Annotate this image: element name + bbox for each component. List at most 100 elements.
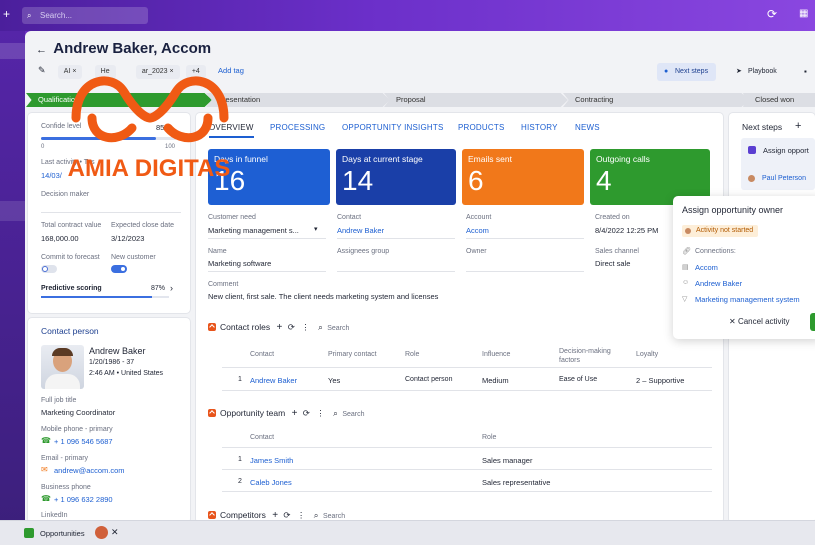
contact-section-title: Contact person (41, 326, 99, 336)
search-icon[interactable]: ⌕ (314, 510, 319, 520)
close-icon[interactable]: ✕ (111, 527, 119, 538)
avatar (685, 228, 691, 234)
kpi-days-in-funnel: Days in funnel 16 (208, 149, 330, 205)
collapse-icon[interactable] (208, 323, 216, 331)
chevron-right-icon[interactable]: › (170, 283, 173, 293)
add-step-icon[interactable]: + (795, 120, 801, 132)
contact-role-link[interactable]: Andrew Baker (250, 376, 297, 385)
contact-link[interactable]: Andrew Baker (337, 226, 384, 235)
collapse-icon[interactable] (208, 409, 216, 417)
connection-contact-link[interactable]: Andrew Baker (695, 279, 742, 288)
contact-roles-search[interactable]: Search (327, 325, 349, 332)
search-input[interactable]: ⌕ Search... (22, 7, 148, 24)
page-header: ← Andrew Baker, Accom (36, 40, 636, 60)
edit-icon[interactable]: ✎ (38, 65, 46, 75)
tag-ai[interactable]: AI × (57, 65, 83, 79)
tab-history[interactable]: HISTORY (521, 123, 558, 132)
account-link[interactable]: Accom (466, 226, 489, 235)
customer-need-select[interactable]: Marketing management s... (208, 226, 299, 235)
expected-close-value: 3/12/2023 (111, 234, 145, 243)
add-icon[interactable]: + (276, 322, 282, 333)
confirm-button[interactable] (810, 313, 815, 331)
tab-processing[interactable]: PROCESSING (270, 123, 325, 132)
tab-news[interactable]: NEWS (575, 123, 600, 132)
opportunities-tab[interactable]: Opportunities (40, 529, 85, 538)
competitors-search[interactable]: Search (323, 513, 345, 520)
avatar (41, 345, 84, 389)
back-icon[interactable]: ← (36, 44, 47, 56)
opportunity-team-search[interactable]: Search (342, 411, 364, 418)
cancel-activity-button[interactable]: ✕ Cancel activity (729, 317, 790, 326)
total-contract-label: Total contract value (41, 222, 102, 229)
contact-dob: 1/20/1986 - 37 (89, 359, 135, 366)
rail-item-active[interactable] (0, 43, 25, 59)
commit-toggle[interactable] (41, 265, 57, 273)
refresh-icon[interactable]: ⟳ (303, 408, 310, 418)
mobile-phone-link[interactable]: + 1 096 546 5687 (54, 437, 113, 446)
stage-qualification[interactable]: Qualification (26, 93, 212, 107)
job-title: Marketing Coordinator (41, 408, 116, 417)
tab-opportunity-insights[interactable]: OPPORTUNITY INSIGHTS (342, 123, 444, 132)
email-link[interactable]: andrew@accom.com (54, 466, 125, 475)
connection-system-link[interactable]: Marketing management system (695, 295, 800, 304)
team-member-link[interactable]: Caleb Jones (250, 478, 292, 487)
tab-overview[interactable]: OVERVIEW (209, 123, 254, 132)
team-member-link[interactable]: James Smith (250, 456, 293, 465)
refresh-icon[interactable]: ⟳ (288, 322, 295, 332)
stage-proposal[interactable]: Proposal (384, 93, 568, 107)
more-icon[interactable]: ⋮ (316, 408, 325, 418)
left-rail (0, 31, 25, 545)
comment: New client, first sale. The client needs… (208, 292, 439, 301)
opportunity-team-header: Opportunity team + ⟳ ⋮ ⌕ Search (208, 408, 365, 419)
stage-presentation[interactable]: Presentation (206, 93, 390, 107)
next-steps-button[interactable]: ● Next steps (657, 63, 717, 81)
refresh-icon[interactable]: ⟳ (767, 7, 777, 21)
tag-he[interactable]: He (94, 65, 116, 79)
bottom-bar: Opportunities ✕ (0, 520, 815, 545)
more-icon[interactable]: ⋮ (301, 322, 310, 332)
commit-label: Commit to forecast (41, 254, 100, 261)
add-icon[interactable]: + (3, 7, 10, 21)
rail-item-selected[interactable] (0, 201, 25, 221)
contact-name: Andrew Baker (89, 346, 146, 356)
confidence-bar (41, 137, 176, 140)
chat-icon[interactable]: ▪ (804, 67, 807, 76)
contact-roles-header: Contact roles + ⟳ ⋮ ⌕ Search (208, 322, 349, 333)
more-icon[interactable]: ⋮ (297, 510, 306, 520)
confidence-value: 85 (156, 123, 165, 132)
next-step-item[interactable]: Assign opport Paul Peterson (741, 138, 815, 190)
search-icon[interactable]: ⌕ (333, 408, 338, 418)
chevron-down-icon[interactable]: ▾ (314, 225, 318, 233)
business-phone-icon: ☎ (41, 494, 51, 503)
decision-maker-label: Decision maker (41, 191, 90, 198)
add-tag-link[interactable]: Add tag (218, 66, 244, 75)
refresh-icon[interactable]: ⟳ (283, 510, 290, 520)
collapse-icon[interactable] (208, 511, 216, 519)
task-icon (748, 146, 756, 154)
confidence-label: Confide level (41, 123, 82, 130)
business-phone-link[interactable]: + 1 096 632 2890 (54, 495, 113, 504)
add-icon[interactable]: + (292, 408, 298, 419)
kpi-days-current-stage: Days at current stage 14 (336, 149, 456, 205)
new-customer-toggle[interactable] (111, 265, 127, 273)
last-activity-value[interactable]: 14/03/ (41, 171, 62, 180)
kpi-emails-sent: Emails sent 6 (462, 149, 584, 205)
expected-close-label: Expected close date (111, 222, 175, 229)
stage-contracting[interactable]: Contracting (563, 93, 749, 107)
tag-date[interactable]: ar_2023 × (135, 65, 180, 79)
tag-row: ✎ AI × He ar_2023 × +4 Add tag (38, 65, 244, 79)
phone-icon: ☎ (41, 436, 51, 445)
search-icon[interactable]: ⌕ (318, 322, 323, 332)
tab-products[interactable]: PRODUCTS (458, 123, 505, 132)
apps-grid-icon[interactable]: ▦ (799, 8, 808, 19)
page-title: Andrew Baker, Accom (53, 40, 212, 57)
opportunity-name: Marketing software (208, 259, 272, 268)
stage-closed-won[interactable]: Closed won (743, 93, 815, 107)
assignee-link[interactable]: Paul Peterson (762, 175, 806, 182)
contact-icon: ☺ (682, 279, 690, 286)
connection-account-link[interactable]: Accom (695, 263, 718, 272)
filter-icon: ▽ (682, 296, 688, 303)
popup-title: Assign opportunity owner (682, 205, 784, 215)
tag-more[interactable]: +4 (185, 65, 206, 79)
playbook-button[interactable]: ➤ Playbook (730, 63, 785, 81)
